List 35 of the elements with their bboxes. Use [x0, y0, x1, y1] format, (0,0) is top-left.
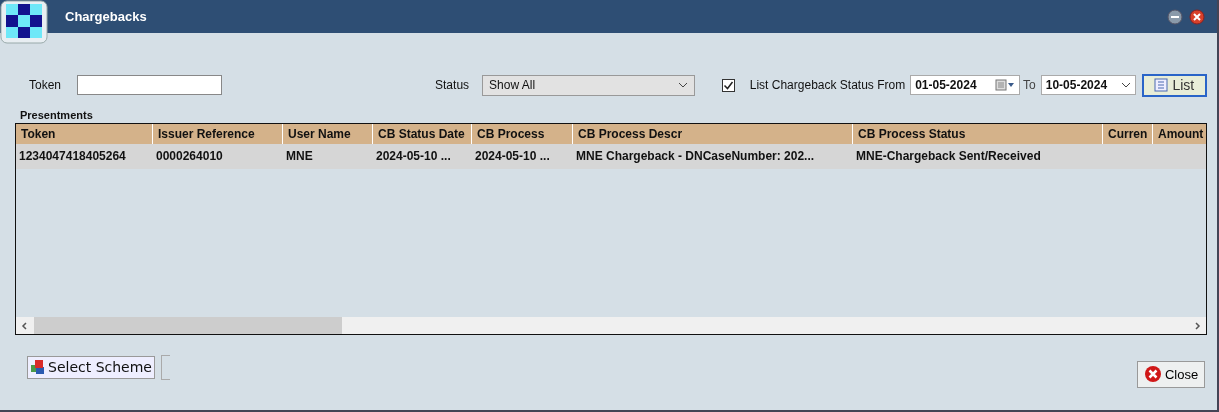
token-label: Token — [29, 78, 62, 92]
scroll-right-icon[interactable] — [1192, 320, 1202, 331]
range-checkbox[interactable] — [721, 78, 735, 92]
status-panel — [160, 354, 170, 380]
table-cell-text: 2024-05-10 ... — [474, 148, 551, 165]
chevron-down-icon — [677, 82, 688, 88]
list-button[interactable]: List — [1141, 73, 1207, 97]
horizontal-scrollbar[interactable] — [16, 317, 1206, 334]
date-from-field[interactable]: 01-05-2024 — [910, 75, 1020, 95]
close-icon[interactable] — [1189, 8, 1205, 25]
table-cell-text: MNE — [285, 148, 314, 165]
chevron-down-icon — [1120, 82, 1131, 88]
status-label: Status — [435, 78, 470, 92]
scroll-left-icon[interactable] — [20, 320, 30, 331]
date-to-field[interactable]: 10-05-2024 — [1040, 75, 1136, 95]
app-logo-icon — [0, 0, 48, 44]
list-icon — [1154, 78, 1169, 92]
calendar-icon[interactable] — [995, 79, 1015, 91]
table-cell-text: 2024-05-10 ... — [375, 148, 452, 165]
window-title: Chargebacks — [65, 9, 147, 24]
close-icon — [1143, 365, 1162, 383]
select-scheme-button[interactable]: Select Scheme — [27, 355, 155, 379]
table-cell-text: 1234047418405264 — [18, 148, 127, 165]
table-cell-text: MNE Chargeback - DNCaseNumber: 202... — [575, 148, 816, 165]
section-title: Presentments — [20, 109, 94, 121]
token-field[interactable] — [77, 75, 223, 95]
status-dropdown[interactable]: Show All — [482, 74, 695, 96]
minimize-icon[interactable] — [1167, 8, 1183, 25]
table-cell-text: 0000264010 — [155, 148, 224, 165]
table-cell-text: MNE-Chargeback Sent/Received — [855, 148, 1042, 165]
close-button[interactable]: Close — [1137, 360, 1205, 388]
to-label: To — [1023, 78, 1036, 92]
date-range-label: List Chargeback Status From — [749, 78, 906, 92]
table-row[interactable]: 1234047418405264 0000264010 MNE 2024-05-10 ... 2024-05-10 ... MNE Chargeback - DNCaseNumber: 202... MNE-Chargeback Sent/Received — [16, 144, 1206, 169]
cubes-icon — [30, 359, 46, 375]
